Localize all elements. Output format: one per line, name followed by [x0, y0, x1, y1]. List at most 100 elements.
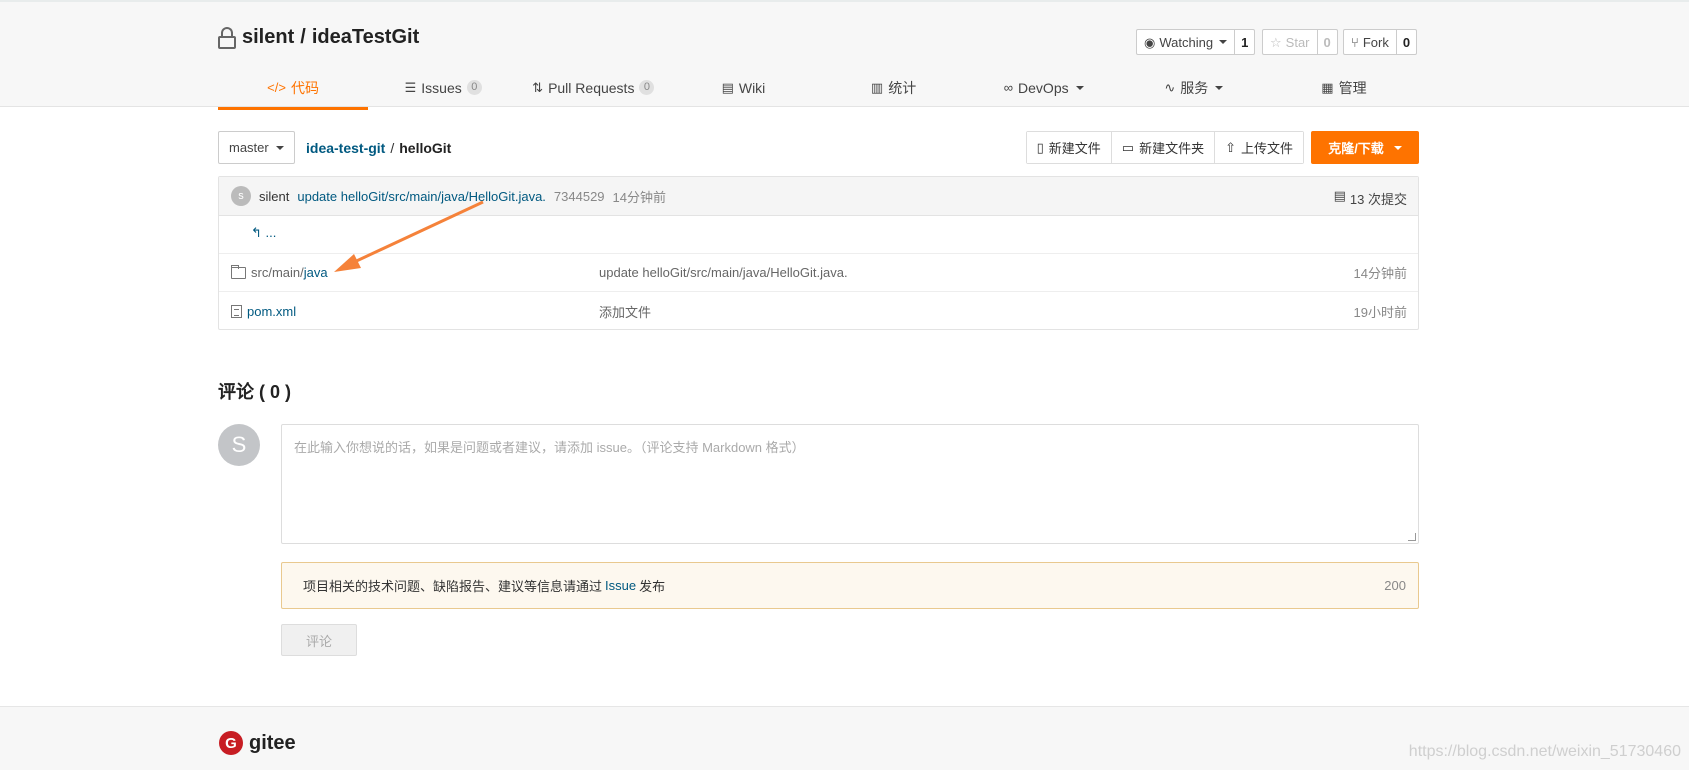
char-limit: 200: [1384, 578, 1406, 593]
avatar[interactable]: S: [218, 424, 260, 466]
wiki-icon: ▤: [721, 80, 734, 95]
commit-message-link[interactable]: update helloGit/src/main/java/HelloGit.j…: [297, 189, 546, 204]
tab-devops[interactable]: ∞ DevOps: [969, 66, 1119, 109]
clone-download-button[interactable]: 克隆/下载: [1311, 131, 1419, 164]
commit-count: 13 次提交: [1349, 192, 1407, 207]
row-time: 19小时前: [1353, 304, 1407, 320]
upload-icon: ⇧: [1225, 140, 1236, 155]
breadcrumb-separator: /: [390, 140, 395, 156]
submit-comment-button[interactable]: 评论: [281, 624, 357, 656]
tab-issues[interactable]: ☰ Issues 0: [368, 66, 518, 109]
repo-name-link[interactable]: ideaTestGit: [312, 26, 419, 49]
watch-count[interactable]: 1: [1235, 30, 1254, 54]
commit-author[interactable]: silent: [259, 189, 289, 204]
latest-commit-bar: s silent update helloGit/src/main/java/H…: [219, 177, 1418, 216]
issue-link[interactable]: Issue: [605, 578, 636, 593]
devops-icon: ∞: [1003, 80, 1014, 95]
comment-placeholder: 在此输入你想说的话，如果是问题或者建议，请添加 issue。（评论支持 Mark…: [294, 440, 805, 455]
comments-title: 评论 ( 0 ): [218, 382, 292, 402]
row-time: 14分钟前: [1353, 266, 1407, 281]
chevron-down-icon: [275, 145, 284, 150]
file-name[interactable]: pom.xml: [231, 304, 296, 319]
parent-dir-link[interactable]: ↰ ...: [251, 225, 276, 241]
file-icon: [231, 304, 242, 318]
issues-icon: ☰: [404, 80, 417, 95]
watch-button[interactable]: ◉ Watching 1: [1136, 29, 1256, 55]
file-actions: ▯ 新建文件 ▭ 新建文件夹 ⇧ 上传文件: [1025, 131, 1304, 164]
breadcrumb-root-link[interactable]: idea-test-git: [306, 140, 385, 156]
comment-notice: 项目相关的技术问题、缺陷报告、建议等信息请通过 Issue 发布 200: [281, 562, 1419, 609]
chevron-down-icon: [1215, 85, 1224, 90]
tab-service[interactable]: ∿ 服务: [1119, 66, 1269, 109]
star-button[interactable]: ☆ Star 0: [1262, 29, 1338, 55]
gitee-brand: gitee: [249, 731, 296, 754]
row-commit-message[interactable]: update helloGit/src/main/java/HelloGit.j…: [599, 265, 848, 280]
chevron-down-icon: [1219, 40, 1228, 44]
upload-file-button[interactable]: ⇧ 上传文件: [1215, 132, 1303, 163]
code-icon: </>: [267, 80, 286, 95]
table-row[interactable]: src/main/java update helloGit/src/main/j…: [219, 254, 1418, 292]
folder-icon: [231, 264, 246, 279]
comment-input[interactable]: 在此输入你想说的话，如果是问题或者建议，请添加 issue。（评论支持 Mark…: [281, 424, 1419, 544]
tab-label: 代码: [290, 79, 319, 96]
tab-label: Pull Requests: [548, 79, 635, 96]
lock-icon: [218, 26, 236, 49]
file-list: s silent update helloGit/src/main/java/H…: [218, 176, 1419, 330]
tab-label: 管理: [1338, 79, 1367, 96]
row-commit-message[interactable]: 添加文件: [599, 302, 651, 321]
manage-icon: ▦: [1321, 80, 1334, 95]
repo-header: silent / ideaTestGit ◉ Watching 1 ☆ Star 0…: [0, 0, 1689, 110]
new-folder-button[interactable]: ▭ 新建文件夹: [1111, 132, 1216, 163]
service-icon: ∿: [1164, 80, 1176, 95]
fork-icon: ⑂: [1351, 34, 1359, 50]
commit-time: 14分钟前: [612, 189, 667, 205]
resize-grip-icon[interactable]: [1408, 533, 1416, 541]
repo-separator: /: [300, 26, 306, 48]
chevron-down-icon: [1393, 145, 1402, 150]
footer: G gitee https://blog.csdn.net/weixin_517…: [0, 706, 1689, 770]
pr-count-badge: 0: [639, 80, 655, 95]
pull-request-icon: ⇅: [532, 80, 544, 95]
back-arrow-icon: ↰: [251, 225, 262, 240]
issues-count-badge: 0: [466, 80, 482, 95]
folder-name-link[interactable]: java: [304, 265, 328, 280]
stats-icon: ▥: [870, 80, 884, 95]
commit-list-icon: ▤: [1333, 188, 1346, 203]
tab-stats[interactable]: ▥ 统计: [819, 66, 969, 109]
gitee-logo[interactable]: G gitee: [219, 731, 296, 755]
fork-count[interactable]: 0: [1397, 30, 1416, 54]
author-avatar[interactable]: s: [231, 186, 251, 206]
file-name-link[interactable]: pom.xml: [247, 304, 296, 319]
parent-dir-label: ...: [265, 225, 277, 240]
repo-owner-link[interactable]: silent: [242, 26, 294, 49]
watermark: https://blog.csdn.net/weixin_51730460: [1408, 743, 1681, 760]
notice-text: 项目相关的技术问题、缺陷报告、建议等信息请通过: [303, 579, 603, 594]
new-file-button[interactable]: ▯ 新建文件: [1026, 132, 1112, 163]
chevron-down-icon: [1075, 85, 1084, 90]
star-count[interactable]: 0: [1318, 30, 1337, 54]
tab-wiki[interactable]: ▤ Wiki: [668, 66, 818, 109]
commit-hash[interactable]: 7344529: [554, 189, 605, 204]
file-toolbar: master idea-test-git / helloGit ▯ 新建文件 ▭ 新…: [218, 131, 1419, 165]
parent-dir-row[interactable]: ↰ ...: [219, 216, 1418, 254]
tab-manage[interactable]: ▦ 管理: [1269, 66, 1419, 109]
file-name[interactable]: src/main/java: [231, 264, 328, 280]
notice-text-after: 发布: [639, 579, 666, 594]
tab-pull-requests[interactable]: ⇅ Pull Requests 0: [518, 66, 668, 109]
fork-label: Fork: [1362, 34, 1389, 50]
commit-count-link[interactable]: ▤ 13 次提交: [1334, 189, 1407, 208]
tab-code[interactable]: </> 代码: [218, 66, 369, 110]
tab-label: 服务: [1180, 79, 1209, 96]
branch-select[interactable]: master: [218, 131, 295, 164]
fork-button[interactable]: ⑂ Fork 0: [1343, 29, 1418, 55]
upload-label: 上传文件: [1240, 141, 1293, 156]
tab-label: 统计: [888, 79, 917, 96]
breadcrumb-current: helloGit: [399, 140, 452, 156]
branch-name: master: [229, 140, 269, 155]
eye-icon: ◉: [1144, 34, 1156, 50]
star-label: Star: [1285, 34, 1310, 50]
new-folder-label: 新建文件夹: [1139, 141, 1205, 156]
watch-label: Watching: [1159, 34, 1214, 50]
tab-label: Wiki: [738, 79, 766, 96]
table-row[interactable]: pom.xml 添加文件 19小时前: [219, 292, 1418, 330]
